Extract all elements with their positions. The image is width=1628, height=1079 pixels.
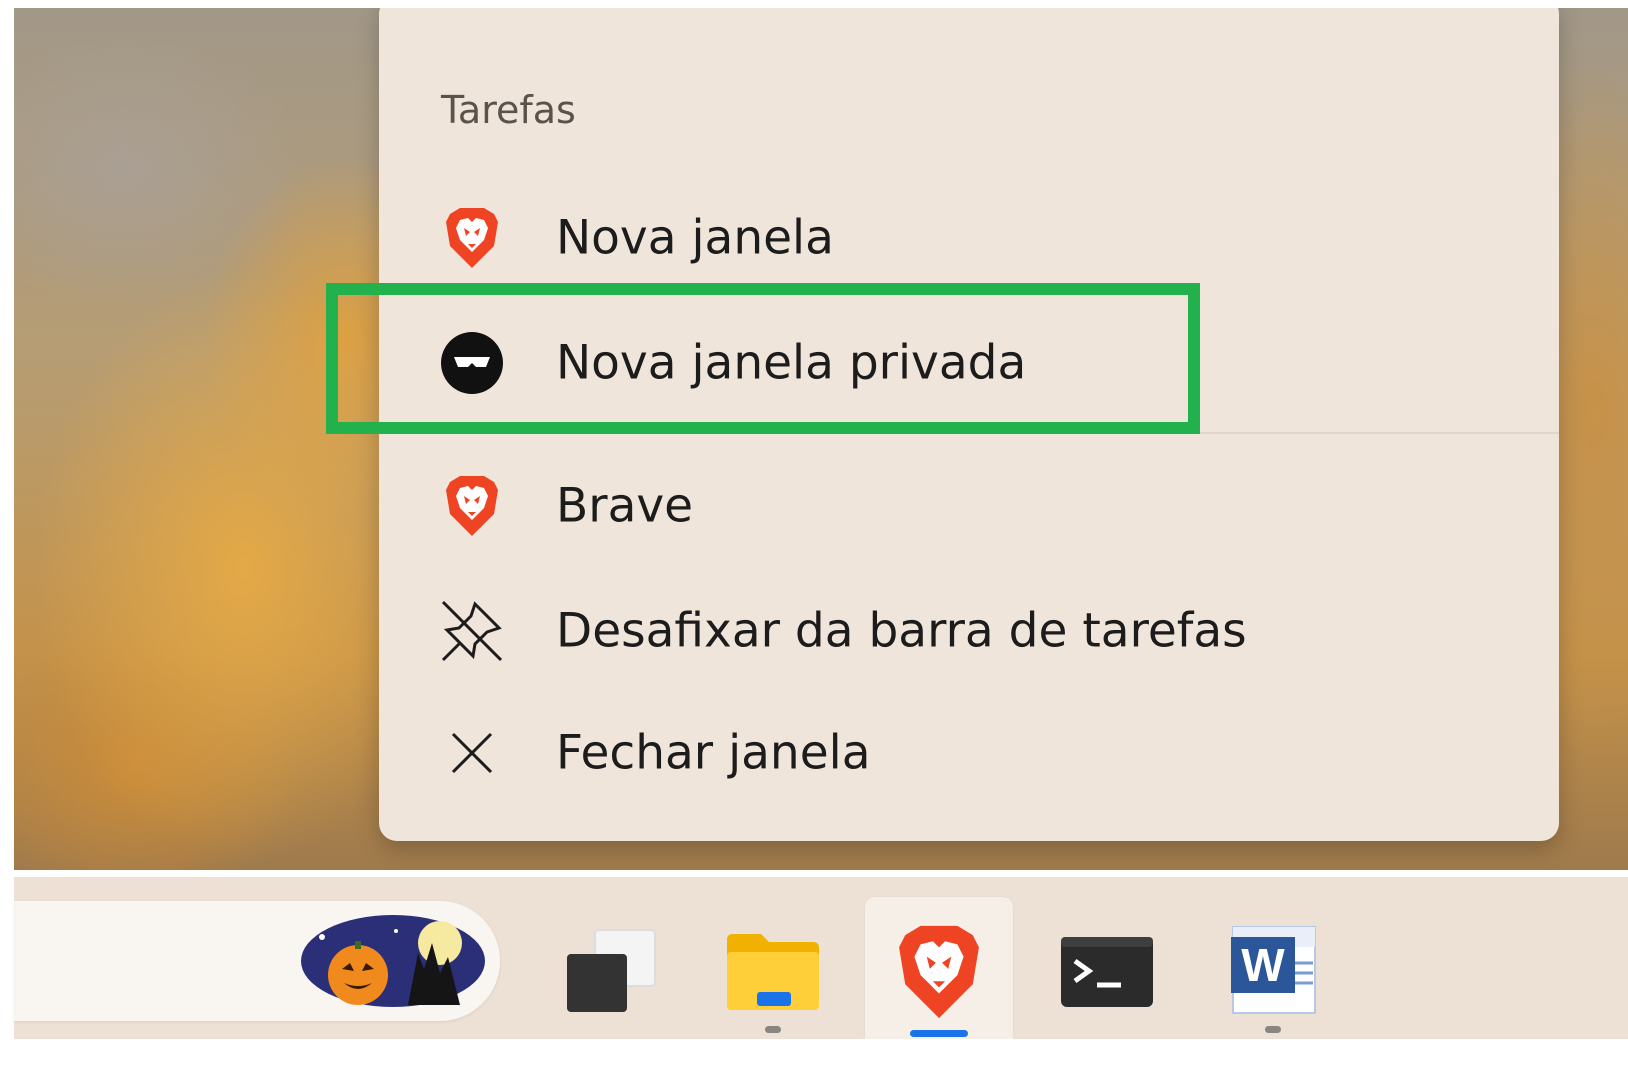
menu-item-new-window[interactable]: Nova janela (379, 183, 1559, 293)
taskbar-brave-button[interactable] (865, 897, 1013, 1047)
desktop-wallpaper: Tarefas Nova janela Nova janela privada (14, 8, 1628, 870)
brave-lion-icon (439, 205, 505, 271)
menu-item-brave[interactable]: Brave (379, 451, 1559, 561)
running-indicator (1265, 1026, 1281, 1033)
svg-text:W: W (1241, 939, 1285, 991)
screenshot-margin (0, 1039, 1628, 1079)
menu-section-title: Tarefas (441, 88, 576, 132)
taskbar-file-explorer-button[interactable] (699, 897, 847, 1045)
menu-item-label: Desafixar da barra de tarefas (556, 603, 1247, 659)
unpin-icon (439, 598, 505, 664)
word-icon: W (1231, 926, 1316, 1014)
halloween-search-art (301, 915, 485, 1007)
brave-lion-icon (439, 473, 505, 539)
highlight-annotation (326, 283, 1200, 434)
menu-item-unpin[interactable]: Desafixar da barra de tarefas (379, 576, 1559, 686)
menu-item-close-window[interactable]: Fechar janela (379, 698, 1559, 808)
folder-icon (727, 934, 819, 1010)
brave-lion-icon (899, 925, 979, 1019)
terminal-icon (1061, 937, 1153, 1007)
active-indicator (910, 1030, 968, 1037)
menu-item-label: Fechar janela (556, 725, 871, 781)
search-box[interactable] (14, 901, 500, 1021)
running-indicator (765, 1026, 781, 1033)
task-view-icon (567, 929, 656, 1012)
close-icon (439, 720, 505, 786)
taskbar: W (14, 877, 1628, 1047)
menu-item-label: Nova janela (556, 210, 834, 266)
menu-item-label: Brave (556, 478, 694, 534)
taskbar-task-view-button[interactable] (537, 897, 685, 1045)
taskbar-word-button[interactable]: W (1199, 897, 1347, 1045)
taskbar-terminal-button[interactable] (1033, 897, 1181, 1045)
